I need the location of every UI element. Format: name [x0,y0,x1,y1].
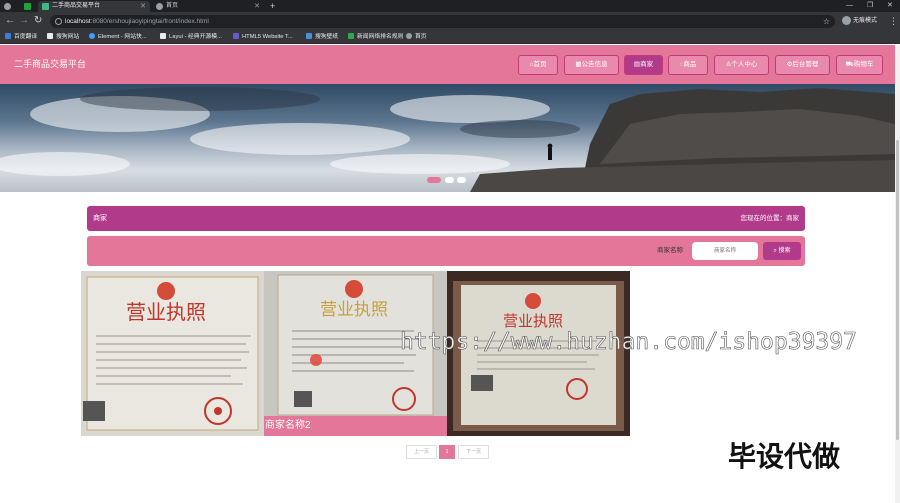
banner-carousel[interactable] [0,84,895,192]
carousel-dot-active[interactable] [427,177,441,183]
bookmark-item[interactable]: HTML5 Website T... [233,31,293,44]
bookmark-label: Element - 网站快... [98,34,147,40]
bookmarks-bar: 百度翻译 搜狗网站 Element - 网站快... Layui - 经典开源模… [0,31,900,44]
close-icon[interactable]: ✕ [254,1,260,12]
nav-merchants[interactable]: ▤商家 [624,55,663,75]
bookmark-label: 首页 [415,34,427,40]
bookmark-item[interactable]: Element - 网站快... [89,31,147,44]
license-heading: 营业执照 [126,300,206,324]
bookmark-item[interactable]: 首页 [406,31,427,44]
translate-icon [5,33,11,40]
back-icon[interactable]: ← [5,15,15,27]
reload-icon[interactable]: ↻ [34,15,42,27]
address-toolbar: ← → ↻ localhost:8080/ershoujiaoyipingtai… [0,12,900,31]
tab-title: 首页 [166,3,179,9]
watermark-text: https://www.huzhan.com/ishop39397 [400,329,858,356]
page-1-button[interactable]: 1 [439,445,455,459]
section-title: 商家 [93,215,107,222]
page-scrollbar[interactable] [895,45,900,503]
globe-icon [406,33,412,40]
close-window-icon[interactable]: ✕ [887,0,893,12]
layui-icon [160,33,166,40]
bookmark-item[interactable]: 百度翻译 [5,31,37,44]
bookmark-label: 百度翻译 [14,34,38,40]
bookmark-label: 新闻网络排名规则 [357,34,404,40]
vue-icon [42,3,49,10]
search-button[interactable]: ⌕ 搜索 [763,242,801,260]
carousel-dot[interactable] [457,177,466,183]
bookmark-item[interactable]: Layui - 经典开源模... [160,31,222,44]
browser-tab-strip: 二手商品交易平台 ✕ 首页 ✕ + — ❐ ✕ [0,0,900,12]
merchant-name-search-input[interactable] [692,242,758,260]
license-heading: 营业执照 [320,300,388,320]
bookmark-label: 搜狗壁纸 [315,34,339,40]
tab-title: 二手商品交易平台 [52,3,101,9]
nav-home[interactable]: ⌂首页 [518,55,558,75]
business-license-image: 营业执照 [81,271,264,436]
restore-icon[interactable]: ❐ [867,0,873,12]
scrollbar-thumb[interactable] [896,140,899,440]
bookmark-label: HTML5 Website T... [242,34,293,40]
merchant-name: 商家名称2 [264,416,447,436]
search-bar: 商家名称 ⌕ 搜索 [87,236,805,266]
bookmark-label: 搜狗网站 [56,34,80,40]
search-label: 商家名称 [657,247,683,254]
incognito-icon [842,16,851,25]
site-title: 二手商品交易平台 [14,59,87,69]
tab-pinned[interactable] [20,1,36,12]
tab-menu-icon[interactable] [0,1,20,12]
html5-icon [233,33,239,40]
nav-admin[interactable]: ⚙后台管理 [775,55,830,75]
close-icon[interactable]: ✕ [140,1,146,12]
bookmark-item[interactable]: 搜狗网站 [47,31,79,44]
section-header: 商家 您现在的位置：商家 [87,206,805,231]
overlay-caption: 毕设代做 [728,440,841,473]
web-page: 二手商品交易平台 ⌂首页 ▦公告信息 ▤商家 ◌商品 ♙个人中心 ⚙后台管理 ⛟… [0,45,895,503]
prev-page-button[interactable]: 上一页 [406,445,437,459]
wallpaper-icon [306,33,312,40]
nav-cart[interactable]: ⛟购物车 [836,55,883,75]
banner-image [0,87,895,192]
site-header: 二手商品交易平台 ⌂首页 ▦公告信息 ▤商家 ◌商品 ♙个人中心 ⚙后台管理 ⛟… [0,45,895,84]
url-path: :8080/ershoujiaoyipingtai/front/index.ht… [90,18,209,25]
site-icon [47,33,53,40]
forward-icon[interactable]: → [19,15,29,27]
nav-personal-center[interactable]: ♙个人中心 [714,55,769,75]
incognito-label: 无痕模式 [853,18,878,25]
url-input[interactable]: localhost:8080/ershoujiaoyipingtai/front… [50,15,835,28]
search-button-label: 搜索 [778,248,791,254]
nav-announcements[interactable]: ▦公告信息 [564,55,619,75]
incognito-indicator[interactable]: 无痕模式 [842,16,877,27]
license-heading: 营业执照 [503,312,563,330]
url-host: localhost [65,18,91,25]
tab-home[interactable]: 首页 ✕ [152,1,264,12]
news-icon [348,33,354,40]
bookmark-item[interactable]: 搜狗壁纸 [306,31,338,44]
new-tab-button[interactable]: + [270,0,275,12]
breadcrumb: 您现在的位置：商家 [740,215,800,222]
bookmark-item[interactable]: 新闻网络排名规则 [348,31,403,44]
next-page-button[interactable]: 下一页 [458,445,489,459]
bookmark-label: Layui - 经典开源模... [169,34,222,40]
info-icon[interactable] [55,18,62,25]
nav-products[interactable]: ◌商品 [668,55,708,75]
menu-more-icon[interactable]: ⋮ [889,15,898,27]
element-icon [89,33,95,40]
merchant-card[interactable]: 营业执照 [81,271,264,436]
tab-app[interactable]: 二手商品交易平台 ✕ [38,1,150,12]
minimize-icon[interactable]: — [846,0,853,12]
carousel-dot[interactable] [445,177,454,183]
globe-icon [156,3,163,10]
bookmark-star-icon[interactable]: ☆ [823,15,830,28]
